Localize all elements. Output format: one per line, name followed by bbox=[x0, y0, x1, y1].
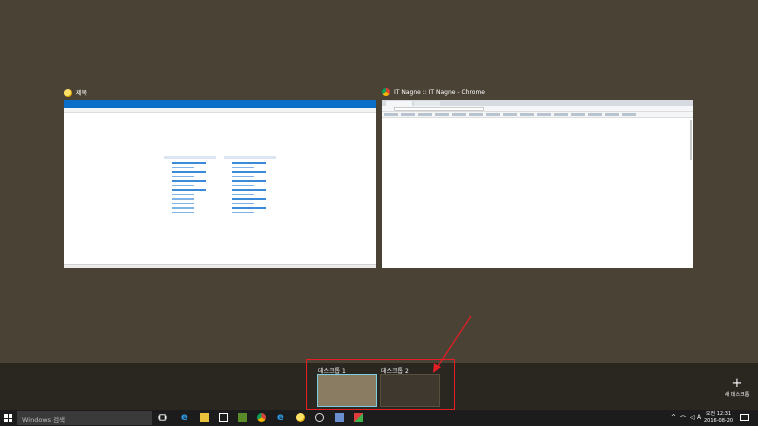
annotation-arrow bbox=[433, 315, 472, 373]
app-icon[interactable] bbox=[335, 413, 344, 422]
paint-icon[interactable] bbox=[354, 413, 363, 422]
chrome-taskbar-icon[interactable] bbox=[257, 413, 266, 422]
clock[interactable]: 오전 12:31 2016-08-20 bbox=[704, 411, 733, 425]
windows-start-icon[interactable] bbox=[4, 414, 12, 422]
clock-date: 2016-08-20 bbox=[704, 418, 734, 424]
taskbar: Windows 검색 e e ^ ⌒ ◁ A 오전 12:31 2016-08-… bbox=[0, 410, 758, 426]
chevron-up-icon[interactable]: ^ bbox=[671, 414, 676, 421]
edge-icon[interactable]: e bbox=[181, 413, 190, 423]
volume-icon[interactable]: ◁ bbox=[690, 414, 695, 421]
task-view-icon[interactable] bbox=[158, 413, 167, 422]
ie-taskbar-icon[interactable]: e bbox=[277, 413, 286, 423]
ime-indicator[interactable]: A bbox=[697, 414, 701, 421]
media-player-icon[interactable] bbox=[238, 413, 247, 422]
new-desktop-button[interactable]: + 새 데스크톱 bbox=[722, 376, 752, 398]
file-explorer-icon[interactable] bbox=[200, 413, 209, 422]
store-icon[interactable] bbox=[219, 413, 228, 422]
clock-time: 오전 12:31 bbox=[705, 411, 732, 417]
search-placeholder: Windows 검색 bbox=[22, 416, 66, 424]
emoji-app-icon[interactable] bbox=[296, 413, 305, 422]
new-desktop-label: 새 데스크톱 bbox=[724, 392, 750, 398]
wifi-icon[interactable]: ⌒ bbox=[680, 414, 686, 423]
search-box[interactable]: Windows 검색 bbox=[17, 411, 152, 425]
refresh-icon[interactable] bbox=[315, 413, 324, 422]
notification-icon[interactable] bbox=[740, 414, 749, 421]
plus-icon: + bbox=[731, 376, 743, 391]
